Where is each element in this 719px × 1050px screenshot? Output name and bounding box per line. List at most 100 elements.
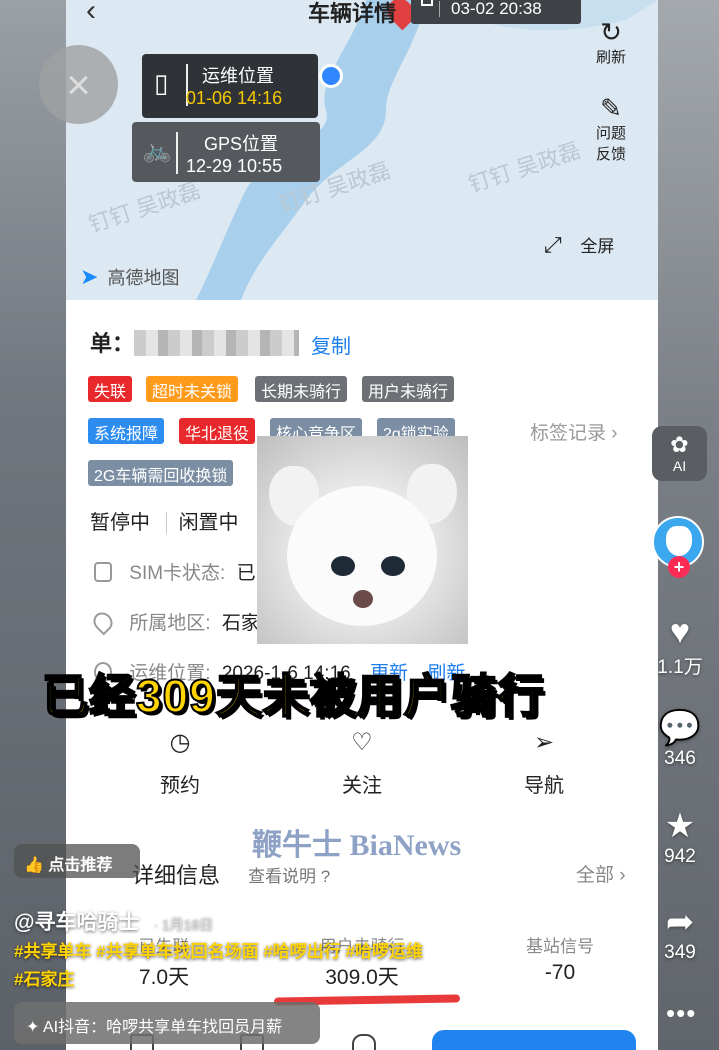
share-arrow-icon: ➦: [665, 903, 695, 941]
clock-icon: ◷: [169, 729, 191, 756]
amap-logo-icon: ➤: [80, 264, 99, 289]
lock-icon: [421, 0, 433, 6]
details-help-link[interactable]: 查看说明 ?: [248, 862, 330, 887]
recommend-label: 点击推荐: [48, 857, 113, 874]
region-value: 石家: [221, 613, 260, 634]
primary-action-button[interactable]: [432, 1030, 636, 1050]
cat-sticker-image: [257, 436, 468, 644]
star-icon: ★: [664, 807, 696, 845]
map-provider-name: 高德地图: [107, 268, 180, 288]
comment-icon: 💬: [658, 709, 702, 747]
eraser-icon: ✎: [600, 93, 622, 123]
navigation-icon: ➢: [533, 729, 555, 756]
tag: 长期未骑行: [255, 376, 348, 402]
bell-icon[interactable]: [352, 1034, 376, 1050]
blurred-order-number: [134, 330, 299, 356]
news-watermark: 鞭牛士 BiaNews: [252, 829, 462, 862]
refresh-icon: ↻: [600, 17, 622, 47]
ai-search-icon: ✦: [26, 1019, 43, 1036]
cat-mouth: [353, 590, 373, 608]
feedback-button[interactable]: ✎ 问题反馈: [591, 94, 631, 164]
stat-value: -70: [544, 961, 576, 984]
like-button[interactable]: ♥ 1.1万: [650, 612, 710, 679]
author-name: @寻车哈骑士: [14, 911, 140, 934]
share-count: 349: [664, 942, 696, 963]
region-row: 所属地区: 石家: [89, 608, 260, 636]
status-row: 暂停中 闲置中: [90, 506, 239, 535]
cat-eye: [381, 556, 405, 576]
follow-plus-icon[interactable]: +: [668, 556, 690, 578]
hashtags[interactable]: #共享单车 #共享单车找回名场面 #哈啰出行 #哈啰运维 #石家庄: [14, 938, 434, 994]
expand-icon: ⤢: [544, 232, 562, 257]
cat-eye: [331, 556, 355, 576]
refresh-label: 刷新: [595, 49, 626, 66]
like-count: 1.1万: [657, 657, 703, 678]
recommend-pill[interactable]: 👍 点击推荐: [14, 844, 140, 878]
video-background-left: [0, 0, 66, 1050]
bicycle-icon: 🚲: [142, 137, 172, 164]
fullscreen-button[interactable]: ⤢ 全屏: [544, 232, 614, 258]
follow-label: 关注: [342, 775, 382, 797]
sim-row: SIM卡状态: 已: [94, 558, 256, 585]
gps-location-label: GPS位置: [204, 134, 279, 154]
sparkle-icon: ✿: [670, 432, 689, 457]
details-all-link[interactable]: 全部 ›: [576, 860, 626, 887]
favorite-button[interactable]: ★ 942: [650, 806, 710, 868]
post-date: · 1月18日: [153, 916, 214, 932]
sim-label: SIM卡状态:: [129, 563, 226, 584]
back-arrow-icon[interactable]: ‹: [86, 0, 96, 28]
ops-location-card[interactable]: ▯ 运维位置 01-06 14:16: [142, 54, 318, 118]
ai-search-text: AI抖音：哈啰共享单车找回员月薪: [42, 1019, 283, 1036]
share-button[interactable]: ➦ 349: [650, 902, 710, 964]
page-title: 车辆详情: [308, 1, 397, 26]
time-chip-text: 03-02 20:38: [451, 0, 542, 18]
ai-button-label: AI: [672, 458, 687, 474]
sim-value: 已: [236, 563, 256, 584]
tag: 2G车辆需回收换锁: [88, 460, 234, 486]
current-position-dot: [319, 64, 343, 88]
stat-label: 基站信号: [526, 937, 594, 956]
navigate-label: 导航: [524, 775, 564, 797]
status-item: 闲置中: [165, 512, 239, 534]
location-icon: [89, 608, 117, 636]
video-caption: 已经309天未被用户骑行: [41, 669, 545, 723]
follow-button[interactable]: ♡ 关注: [322, 728, 402, 798]
tag: 系统报障: [88, 418, 165, 444]
ops-location-time: 01-06 14:16: [186, 88, 283, 108]
navigate-button[interactable]: ➢ 导航: [504, 728, 584, 798]
cat-head: [287, 486, 437, 626]
map-provider-logo: ➤ 高德地图: [80, 264, 179, 290]
status-item: 暂停中: [90, 512, 150, 534]
heart-outline-icon: ♡: [351, 729, 373, 756]
author-line[interactable]: @寻车哈骑士 · 1月18日: [14, 906, 213, 936]
gps-location-time: 12-29 10:55: [186, 156, 283, 176]
chip-divider: [439, 1, 440, 17]
tag-record-link[interactable]: 标签记录 ›: [530, 418, 618, 445]
reserve-label: 预约: [160, 775, 200, 797]
order-label: 单：: [90, 331, 135, 356]
sim-card-icon: [94, 562, 112, 582]
gps-location-card[interactable]: 🚲 GPS位置 12-29 10:55: [132, 122, 320, 182]
more-icon[interactable]: •••: [666, 998, 696, 1029]
thumbs-up-icon: 👍: [24, 857, 44, 874]
ai-search-bar[interactable]: ✦ AI抖音：哈啰共享单车找回员月薪: [14, 1002, 320, 1044]
close-icon[interactable]: ×: [39, 45, 118, 124]
refresh-button[interactable]: ↻ 刷新: [591, 18, 631, 67]
app-screenshot: 钉钉 吴政磊 钉钉 吴政磊 钉钉 吴政磊 ‹ 车辆详情 03-02 20:38 …: [66, 0, 658, 1050]
reserve-button[interactable]: ◷ 预约: [140, 728, 220, 798]
ai-button[interactable]: ✿ AI: [652, 426, 707, 481]
copy-link[interactable]: 复制: [311, 330, 351, 359]
time-chip: 03-02 20:38: [411, 0, 581, 24]
tag: 超时未关锁: [146, 376, 239, 402]
tag: 用户未骑行: [362, 376, 455, 402]
feedback-label: 问题反馈: [595, 125, 626, 163]
map-view[interactable]: 钉钉 吴政磊 钉钉 吴政磊 钉钉 吴政磊 ‹ 车辆详情 03-02 20:38 …: [66, 0, 658, 300]
card-divider: [176, 132, 178, 174]
tag: 华北退役: [179, 418, 256, 444]
comment-button[interactable]: 💬 346: [650, 708, 710, 770]
heart-icon: ♥: [669, 613, 691, 651]
avatar-face: [666, 526, 692, 556]
details-title: 详细信息: [132, 863, 221, 888]
region-label: 所属地区:: [129, 613, 211, 634]
fullscreen-label: 全屏: [580, 237, 615, 256]
